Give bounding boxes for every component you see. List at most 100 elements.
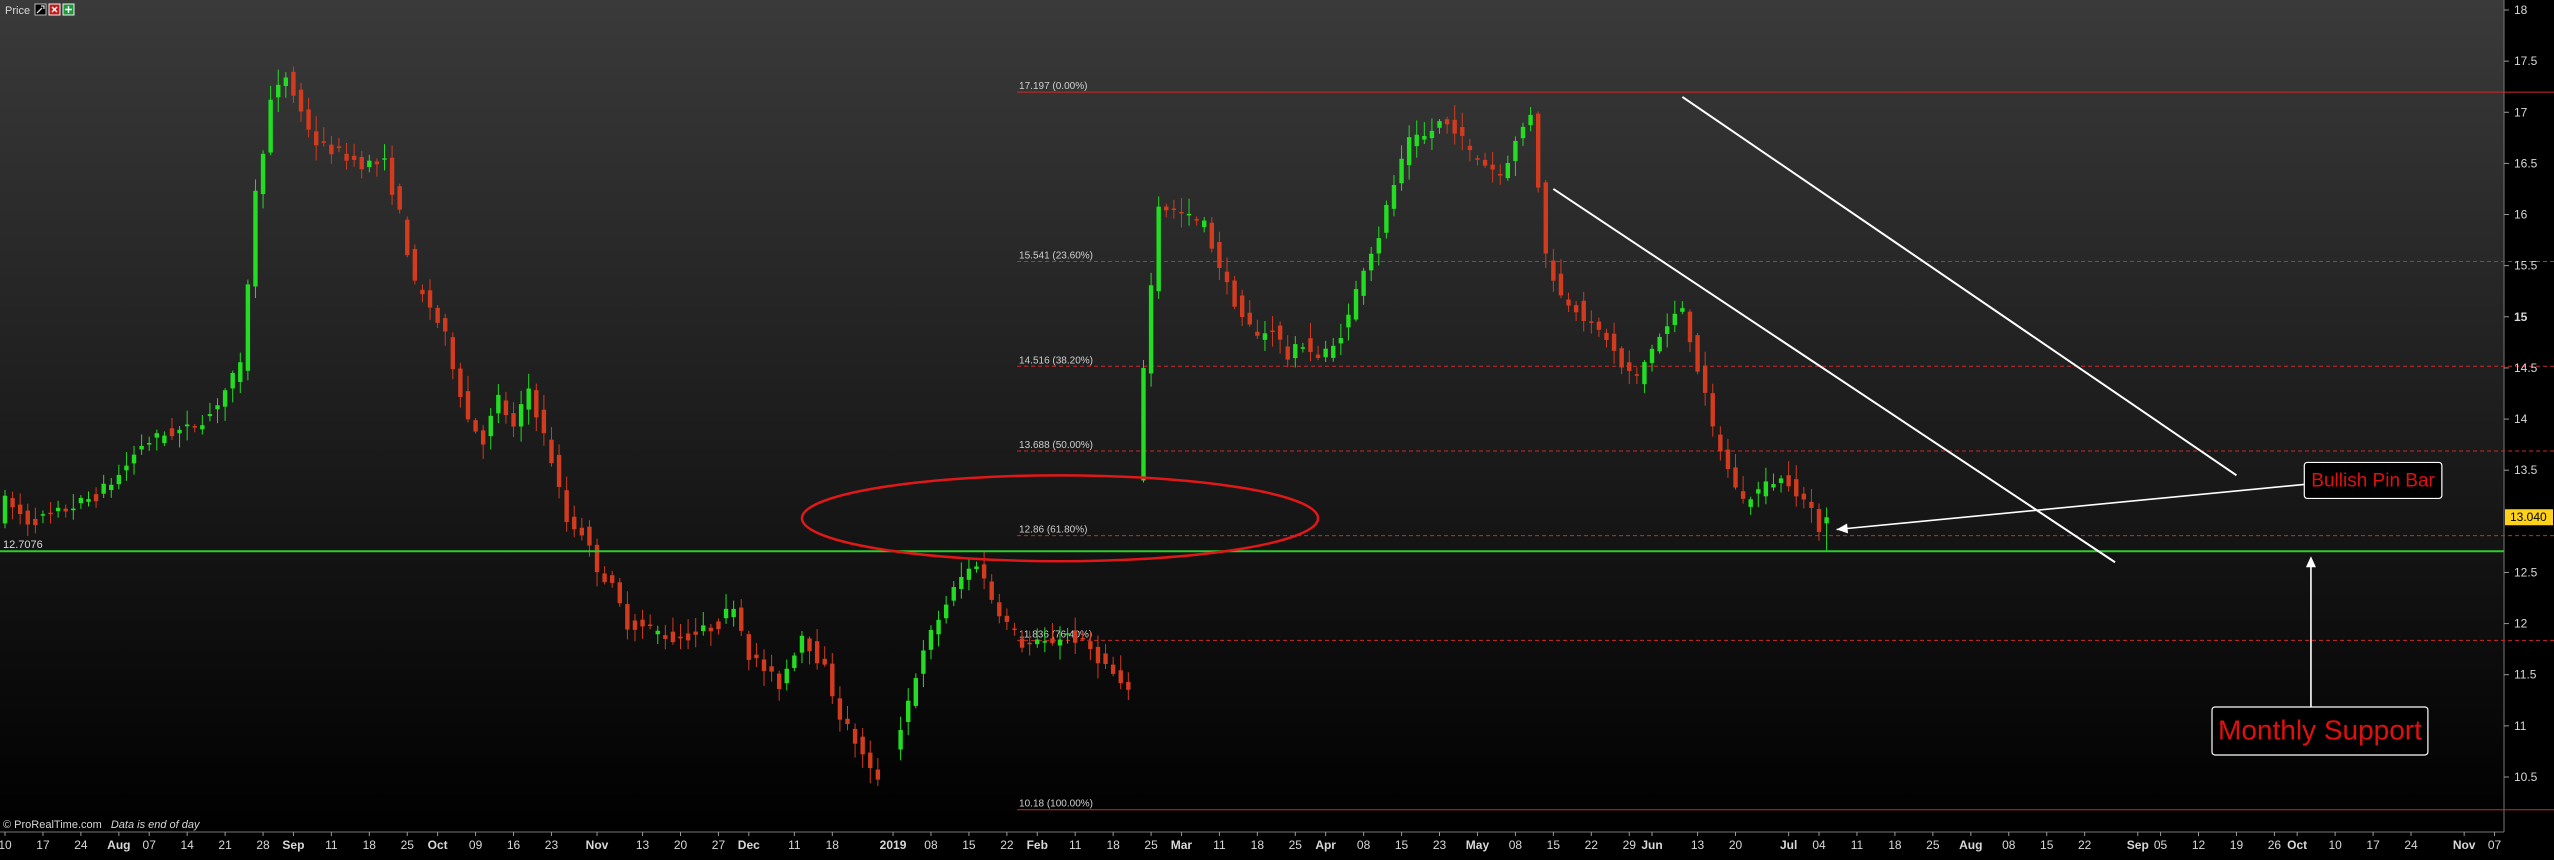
candle-body: [412, 249, 418, 281]
candle-body: [1710, 393, 1715, 427]
x-tick-label: May: [1466, 838, 1490, 852]
y-tick-label: 13.5: [2514, 463, 2538, 477]
candle-body: [427, 290, 433, 308]
x-tick-label: 27: [712, 838, 726, 852]
candle-body: [1824, 517, 1829, 524]
candle-body: [1126, 681, 1131, 690]
candle-body: [1452, 119, 1457, 134]
add-icon[interactable]: [62, 3, 75, 16]
candle-body: [1437, 121, 1442, 128]
candle-body: [1460, 127, 1465, 136]
candle-body: [230, 372, 235, 389]
candle-body: [845, 718, 850, 725]
x-tick-label: Oct: [2287, 838, 2307, 852]
x-tick-label: 10: [0, 838, 12, 852]
candle-body: [526, 388, 531, 410]
candle-body: [1604, 332, 1609, 341]
candle-body: [1110, 664, 1116, 674]
candle-body: [769, 666, 774, 672]
candle-body: [610, 575, 615, 583]
x-tick-label: Oct: [428, 838, 448, 852]
x-tick-label: Sep: [2127, 838, 2149, 852]
candle-body: [306, 109, 311, 130]
candle-body: [420, 289, 425, 295]
candle-body: [276, 84, 281, 98]
x-tick-label: 23: [1433, 838, 1447, 852]
x-tick-label: Nov: [2453, 838, 2476, 852]
x-tick-label: 22: [2078, 838, 2092, 852]
candle-body: [997, 602, 1002, 617]
x-tick-label: Feb: [1027, 838, 1048, 852]
candle-body: [496, 394, 501, 414]
candle-body: [647, 624, 653, 627]
candle-body: [1778, 478, 1784, 483]
x-tick-label: 13: [636, 838, 650, 852]
candle-body: [367, 160, 372, 168]
candle-body: [101, 483, 106, 494]
candle-body: [215, 405, 220, 410]
candle-body: [260, 153, 266, 195]
candle-body: [1756, 489, 1761, 494]
price-label: Price: [5, 5, 30, 17]
candle-body: [617, 582, 622, 604]
candle-body: [1490, 164, 1495, 170]
candle-body: [1217, 242, 1222, 269]
candle-body: [1148, 285, 1154, 374]
x-tick-label: 20: [674, 838, 688, 852]
candle-body: [1551, 260, 1556, 281]
candle-body: [329, 144, 334, 155]
candle-body: [25, 510, 30, 525]
x-tick-label: 25: [1144, 838, 1158, 852]
candle-body: [200, 425, 205, 430]
candle-body: [1171, 208, 1177, 211]
candle-body: [966, 568, 972, 580]
x-tick-label: 04: [1812, 838, 1826, 852]
x-tick-label: Jun: [1641, 838, 1662, 852]
candle-body: [1315, 354, 1321, 358]
candle-body: [458, 368, 463, 397]
candle-body: [1202, 220, 1207, 228]
candle-body: [162, 435, 167, 443]
candle-body: [480, 430, 486, 445]
x-tick-label: 18: [1888, 838, 1902, 852]
candle-body: [1338, 338, 1344, 344]
candle-body: [1308, 338, 1313, 353]
candle-body: [344, 153, 349, 161]
candle-body: [837, 698, 843, 720]
candle-body: [1771, 484, 1776, 488]
candle-body: [587, 526, 592, 546]
candle-body: [1763, 481, 1769, 497]
candle-body: [1141, 367, 1146, 481]
candle-body: [154, 433, 159, 438]
x-axis-background: [0, 832, 2554, 860]
candle-body: [1088, 641, 1093, 649]
x-tick-label: 07: [2488, 838, 2502, 852]
candle-body: [663, 635, 668, 639]
candle-body: [784, 668, 789, 684]
candle-body: [746, 634, 752, 660]
x-tick-label: 08: [1357, 838, 1371, 852]
candle-body: [701, 625, 706, 632]
candle-body: [1262, 333, 1268, 340]
candle-body: [807, 638, 812, 652]
candle-body: [1080, 637, 1085, 640]
candle-body: [131, 454, 137, 464]
x-tick-label: Aug: [1959, 838, 1982, 852]
candle-body: [1057, 639, 1063, 646]
wrench-icon[interactable]: [34, 3, 47, 16]
y-tick-label: 14: [2514, 412, 2528, 426]
candle-body: [17, 504, 23, 514]
close-icon[interactable]: [48, 3, 61, 16]
fib-level-label: 14.516 (38.20%): [1019, 355, 1093, 366]
candle-body: [518, 404, 524, 427]
candle-body: [389, 157, 395, 195]
candle-body: [913, 678, 918, 706]
candle-body: [374, 161, 380, 165]
candle-body: [602, 573, 607, 583]
candle-body: [1361, 270, 1366, 296]
candle-body: [1293, 344, 1298, 359]
x-tick-label: 22: [1585, 838, 1599, 852]
candle-body: [245, 284, 251, 371]
candle-body: [974, 566, 979, 570]
candle-body: [1050, 638, 1055, 644]
